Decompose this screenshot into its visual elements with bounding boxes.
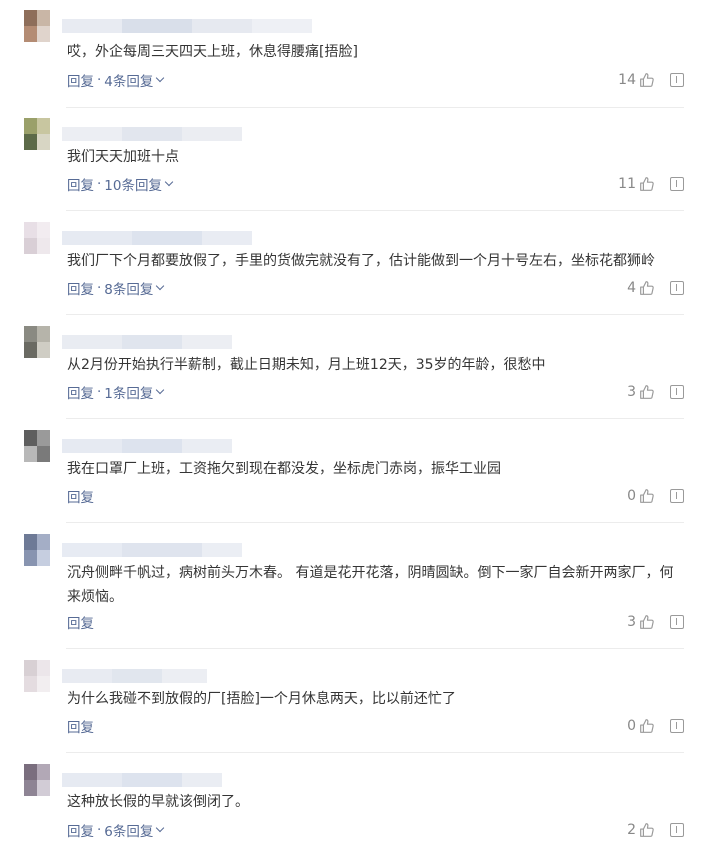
replies-count: 10条回复: [104, 178, 162, 194]
report-icon[interactable]: [670, 177, 684, 191]
replies-count: 4条回复: [104, 74, 154, 90]
blurred-nickname: [62, 228, 252, 248]
reply-button[interactable]: 回复: [67, 486, 94, 506]
chevron-down-icon: [164, 177, 174, 187]
report-icon[interactable]: [670, 73, 684, 87]
comment-text: 沉舟侧畔千帆过，病树前头万木春。 有道是花开花落，阴晴圆缺。倒下一家厂自会新开两…: [67, 565, 674, 605]
divider: [66, 752, 684, 753]
thumbs-up-icon[interactable]: [638, 175, 656, 193]
view-replies-button[interactable]: 8条回复: [104, 278, 165, 298]
divider: [66, 418, 684, 419]
comment-text: 从2月份开始执行半薪制，截止日期未知，月上班12天，35岁的年龄，很愁中: [67, 357, 546, 373]
chevron-down-icon: [156, 281, 165, 291]
separator: ·: [97, 384, 102, 400]
like-count: 4: [627, 280, 636, 296]
report-icon[interactable]: [670, 823, 684, 837]
blurred-nickname: [62, 770, 222, 790]
replies-count: 8条回复: [104, 282, 154, 298]
avatar[interactable]: [24, 326, 50, 358]
separator: ·: [97, 822, 102, 838]
like-count: 11: [618, 176, 636, 192]
divider: [66, 648, 684, 649]
replies-count: 6条回复: [104, 824, 154, 840]
report-icon[interactable]: [670, 615, 684, 629]
comment-text: 我们厂下个月都要放假了，手里的货做完就没有了，估计能做到一个月十号左右，坐标花都…: [67, 253, 655, 269]
avatar[interactable]: [24, 118, 50, 150]
reply-button[interactable]: 回复: [67, 716, 94, 736]
like-count: 3: [627, 384, 636, 400]
divider: [66, 107, 684, 108]
chevron-down-icon: [156, 385, 165, 395]
report-icon[interactable]: [670, 719, 684, 733]
reply-button[interactable]: 回复: [67, 820, 94, 840]
avatar[interactable]: [24, 660, 50, 692]
chevron-down-icon: [156, 73, 165, 83]
thumbs-up-icon[interactable]: [638, 613, 656, 631]
reply-button[interactable]: 回复: [67, 278, 94, 298]
view-replies-button[interactable]: 6条回复: [104, 820, 165, 840]
like-count: 2: [627, 822, 636, 838]
blurred-nickname: [62, 332, 232, 352]
reply-button[interactable]: 回复: [67, 612, 94, 632]
divider: [66, 522, 684, 523]
view-replies-button[interactable]: 10条回复: [104, 174, 174, 194]
separator: ·: [97, 280, 102, 296]
separator: ·: [97, 72, 102, 88]
like-count: 14: [618, 72, 636, 88]
report-icon[interactable]: [670, 385, 684, 399]
divider: [66, 314, 684, 315]
report-icon[interactable]: [670, 489, 684, 503]
blurred-nickname: [62, 436, 232, 456]
view-replies-button[interactable]: 4条回复: [104, 70, 165, 90]
comment-text: 这种放长假的早就该倒闭了。: [67, 794, 249, 810]
reply-button[interactable]: 回复: [67, 174, 94, 194]
like-count: 0: [627, 488, 636, 504]
replies-count: 1条回复: [104, 386, 154, 402]
divider: [66, 210, 684, 211]
like-count: 3: [627, 614, 636, 630]
reply-button[interactable]: 回复: [67, 70, 94, 90]
avatar[interactable]: [24, 534, 50, 566]
blurred-nickname: [62, 666, 207, 686]
thumbs-up-icon[interactable]: [638, 71, 656, 89]
chevron-down-icon: [156, 823, 165, 833]
comment-text: 哎，外企每周三天四天上班，休息得腰痛[捂脸]: [67, 44, 358, 60]
avatar[interactable]: [24, 764, 50, 796]
comment-text: 为什么我碰不到放假的厂[捂脸]一个月休息两天，比以前还忙了: [67, 691, 456, 707]
blurred-nickname: [62, 16, 312, 36]
avatar[interactable]: [24, 222, 50, 254]
thumbs-up-icon[interactable]: [638, 717, 656, 735]
view-replies-button[interactable]: 1条回复: [104, 382, 165, 402]
avatar[interactable]: [24, 430, 50, 462]
comment-text: 我在口罩厂上班，工资拖欠到现在都没发，坐标虎门赤岗，振华工业园: [67, 461, 501, 477]
thumbs-up-icon[interactable]: [638, 279, 656, 297]
avatar[interactable]: [24, 10, 50, 42]
like-count: 0: [627, 718, 636, 734]
thumbs-up-icon[interactable]: [638, 821, 656, 839]
blurred-nickname: [62, 540, 242, 560]
thumbs-up-icon[interactable]: [638, 487, 656, 505]
reply-button[interactable]: 回复: [67, 382, 94, 402]
blurred-nickname: [62, 124, 242, 144]
separator: ·: [97, 176, 102, 192]
thumbs-up-icon[interactable]: [638, 383, 656, 401]
report-icon[interactable]: [670, 281, 684, 295]
comment-text: 我们天天加班十点: [67, 149, 179, 165]
